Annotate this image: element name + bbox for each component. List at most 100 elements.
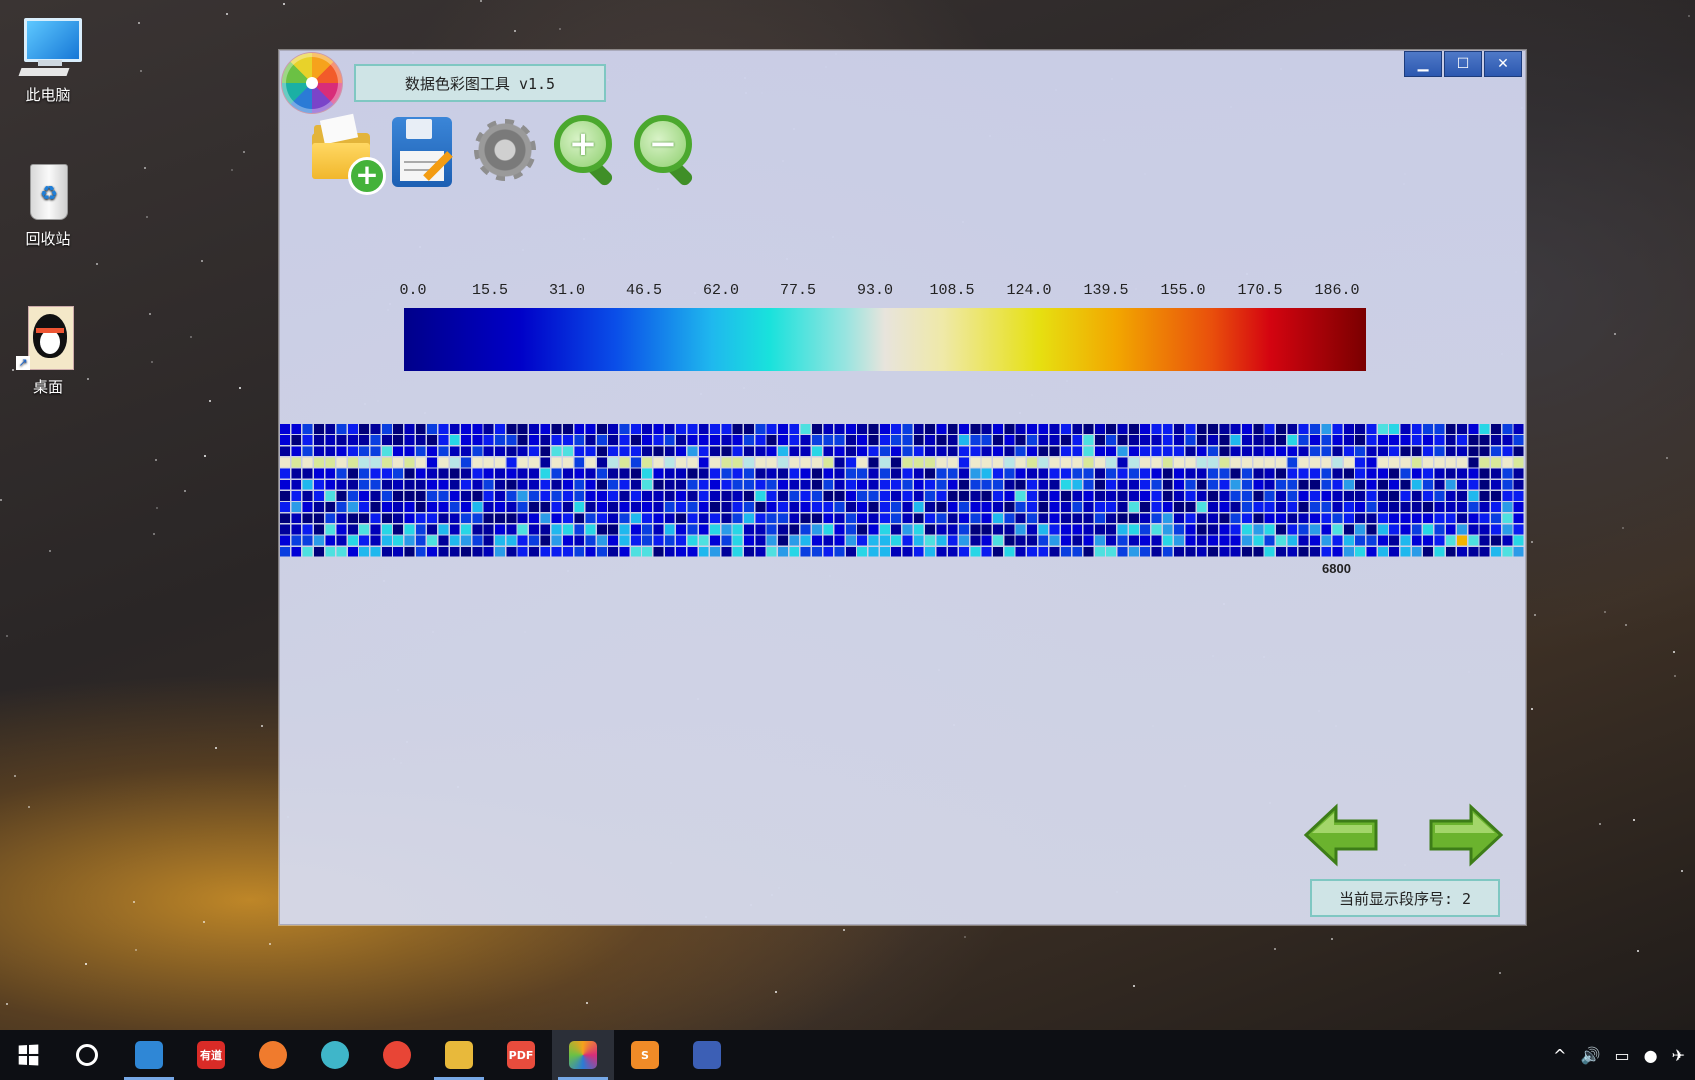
heatmap-cell [879,424,890,434]
cortana-button[interactable] [56,1030,118,1080]
heatmap-cell [755,491,766,501]
heatmap-cell [495,435,505,445]
heatmap-cell [1343,546,1354,557]
taskbar-app-music[interactable] [242,1030,304,1080]
heatmap-cell [1219,424,1230,434]
heatmap-cell [1445,468,1456,479]
heatmap-cell [495,468,505,479]
save-button[interactable] [388,111,462,191]
start-button[interactable] [0,1030,56,1080]
settings-button[interactable] [468,111,542,191]
heatmap-cell [845,535,856,546]
heatmap-cell [1094,491,1105,501]
volume-icon[interactable]: 🔊 [1581,1046,1601,1065]
close-button[interactable]: ✕ [1484,51,1522,77]
zoom-in-button[interactable]: + [548,111,622,191]
heatmap-cell [1298,424,1309,434]
heatmap-cell [1343,513,1354,524]
heatmap-cell [1287,479,1298,490]
heatmap-cell [1343,502,1354,512]
star [184,489,187,492]
heatmap-cell [302,491,313,501]
taskbar-app-sublime[interactable]: S [614,1030,676,1080]
taskbar-app-chrome[interactable] [366,1030,428,1080]
zoom-out-button[interactable]: − [628,111,702,191]
heatmap-cell [449,468,460,479]
heatmap-cell [1423,535,1434,546]
heatmap-cell [710,502,721,512]
chevron-up-icon[interactable]: ^ [1553,1046,1566,1065]
taskbar-app-contacts[interactable] [118,1030,180,1080]
heatmap-cell [347,535,358,546]
heatmap-cell [653,457,664,468]
shortcut-arrow-icon: ↗ [16,356,30,370]
star [95,263,98,266]
heatmap-cell [981,535,992,546]
heatmap-cell [1479,491,1490,501]
taskbar-app-360[interactable] [304,1030,366,1080]
heatmap-cell [1287,457,1298,468]
heatmap-cell [1072,446,1083,457]
heatmap-cell [415,435,426,445]
heatmap-cell [1389,513,1400,524]
heatmap-cell [936,479,947,490]
heatmap-cell [1049,491,1060,501]
heatmap-cell [1219,535,1230,546]
taskbar-app-color-tool[interactable] [552,1030,614,1080]
heatmap-cell [789,524,800,535]
heatmap-cell [1400,468,1411,479]
heatmap-cell [891,457,902,468]
desktop-icon-this-pc[interactable]: 此电脑 [0,14,96,105]
heatmap-cell [1253,524,1264,535]
heatmap-cell [1208,513,1219,524]
heatmap-cell [1060,513,1071,524]
heatmap-cell [1174,446,1185,457]
minimize-button[interactable]: ▁ [1404,51,1442,77]
maximize-button[interactable]: ☐ [1444,51,1482,77]
star [479,0,482,3]
heatmap-cell [993,446,1003,457]
heatmap-cell [823,435,834,445]
desktop-icon-qq-shortcut[interactable]: ↗ 桌面 [0,306,96,397]
heatmap-cell [1151,535,1162,546]
heatmap-cell [687,502,698,512]
airplane-icon[interactable]: ✈ [1672,1046,1685,1065]
heatmap-cell [1151,513,1162,524]
heatmap-cell [291,435,302,445]
heatmap-cell [710,535,721,546]
desktop-icon-recycle-bin[interactable]: ♻ 回收站 [0,158,96,249]
heatmap-cell [1083,479,1094,490]
star [6,1002,9,1005]
taskbar-app-pdf[interactable]: PDF [490,1030,552,1080]
heatmap-cell [823,524,834,535]
heatmap-cell [1027,468,1037,479]
next-arrow-button[interactable] [1425,803,1505,867]
heatmap-cell [313,502,324,512]
heatmap-cell [653,468,664,479]
heatmap-cell [800,502,811,512]
heatmap-cell [1491,513,1501,524]
heatmap-cell [857,502,868,512]
heatmap-cell [1298,457,1309,468]
battery-icon[interactable]: ▭ [1615,1046,1630,1065]
heatmap-cell [562,524,573,535]
previous-arrow-button[interactable] [1302,803,1382,867]
star [1625,624,1628,627]
taskbar-app-explorer[interactable] [428,1030,490,1080]
tray-app-icon[interactable]: ● [1644,1046,1658,1065]
star [1533,614,1536,617]
heatmap-cell [959,524,970,535]
heatmap-cell [596,446,607,457]
heatmap-cell [993,535,1003,546]
star [1621,527,1624,530]
taskbar-app-youdao[interactable]: 有道 [180,1030,242,1080]
heatmap-cell [1242,491,1252,501]
heatmap-cell [936,457,947,468]
heatmap-cell [630,479,641,490]
open-file-button[interactable]: + [308,111,386,195]
taskbar-app-pen-app[interactable] [676,1030,738,1080]
heatmap-cell [1491,424,1501,434]
star [14,775,17,778]
heatmap-cell [710,468,721,479]
heatmap-cell [596,535,607,546]
